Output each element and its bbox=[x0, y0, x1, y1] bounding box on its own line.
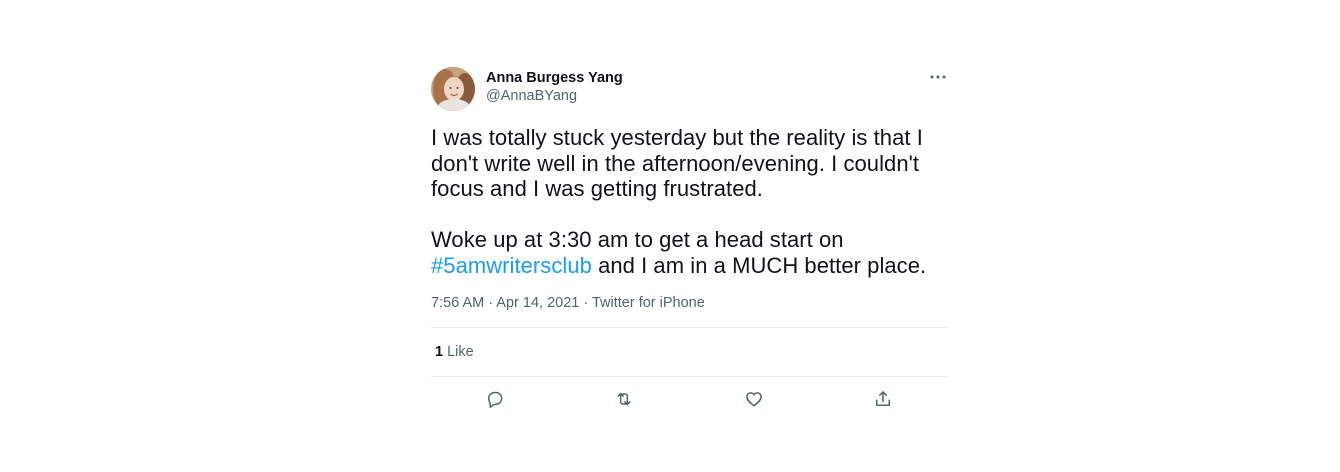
meta-separator-2: · bbox=[579, 294, 592, 311]
tweet-source[interactable]: Twitter for iPhone bbox=[592, 295, 705, 311]
retweet-button[interactable] bbox=[612, 387, 636, 411]
more-options-button[interactable] bbox=[927, 68, 949, 86]
reply-button[interactable] bbox=[483, 387, 507, 411]
tweet-header: Anna Burgess Yang @AnnaBYang bbox=[431, 66, 949, 112]
share-button[interactable] bbox=[871, 387, 895, 411]
tweet-actions bbox=[431, 377, 949, 421]
tweet-time[interactable]: 7:56 AM bbox=[431, 295, 484, 311]
tweet-paragraph-2-end: and I am in a MUCH better place. bbox=[591, 252, 927, 278]
tweet-metadata: 7:56 AM · Apr 14, 2021 · Twitter for iPh… bbox=[431, 294, 949, 312]
tweet-paragraph-1: I was totally stuck yesterday but the re… bbox=[431, 125, 923, 202]
avatar[interactable] bbox=[431, 67, 475, 111]
author-display-name[interactable]: Anna Burgess Yang bbox=[486, 69, 623, 87]
tweet-date[interactable]: Apr 14, 2021 bbox=[496, 295, 579, 311]
tweet-card: Anna Burgess Yang @AnnaBYang I was total… bbox=[431, 66, 949, 421]
tweet-paragraph-2-start: Woke up at 3:30 am to get a head start o… bbox=[431, 227, 844, 253]
likes-summary[interactable]: 1 Like bbox=[431, 328, 949, 376]
author-handle[interactable]: @AnnaBYang bbox=[486, 87, 623, 105]
like-button[interactable] bbox=[742, 387, 766, 411]
author-names: Anna Burgess Yang @AnnaBYang bbox=[486, 69, 623, 105]
like-count: 1 bbox=[435, 343, 444, 360]
retweet-icon bbox=[617, 392, 631, 405]
heart-icon bbox=[746, 391, 762, 407]
meta-separator-1: · bbox=[484, 294, 497, 311]
reply-icon bbox=[488, 391, 503, 408]
share-icon bbox=[876, 390, 890, 406]
avatar-image bbox=[431, 67, 475, 111]
like-label: Like bbox=[447, 343, 474, 360]
more-horizontal-icon bbox=[930, 75, 946, 79]
tweet-text: I was totally stuck yesterday but the re… bbox=[431, 125, 949, 279]
tweet-paragraph-2: Woke up at 3:30 am to get a head start o… bbox=[431, 227, 949, 278]
hashtag-link[interactable]: #5amwritersclub bbox=[431, 253, 592, 278]
